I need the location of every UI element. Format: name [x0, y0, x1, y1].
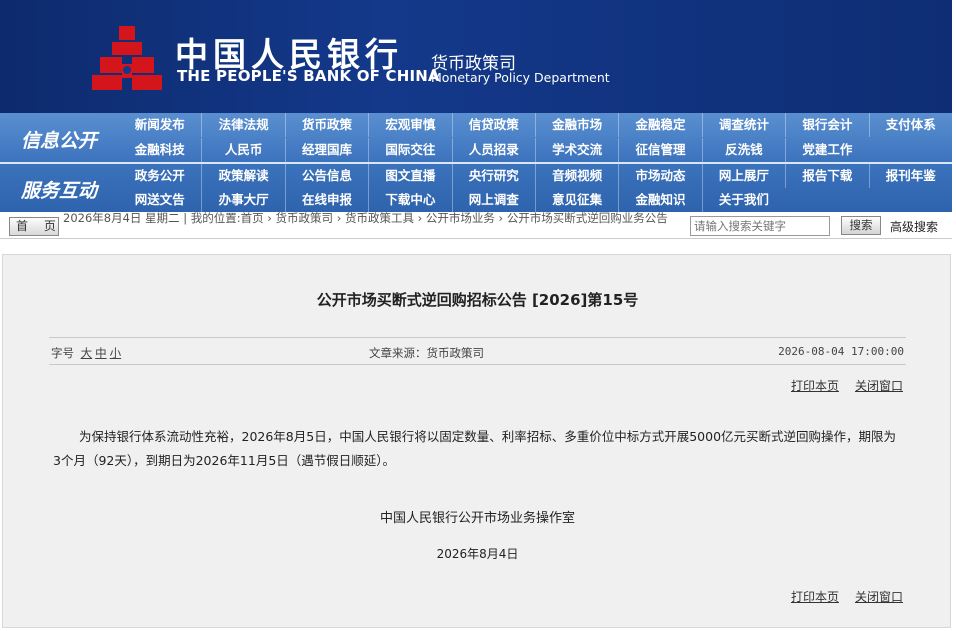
breadcrumb-bar: 首 页 2026年8月4日 星期二 | 我的位置:首页 › 货币政策司 › 货币…	[0, 212, 952, 239]
nav-item[interactable]: 意见征集	[534, 188, 618, 212]
nav-row-1: 新闻发布 法律法规 货币政策 宏观审慎 信贷政策 金融市场 金融稳定 调查统计 …	[118, 113, 952, 137]
nav-item[interactable]: 支付体系	[868, 113, 952, 137]
location-label: 我的位置:	[190, 211, 241, 225]
nav-item[interactable]: 金融稳定	[618, 113, 701, 137]
nav-item[interactable]: 央行研究	[451, 164, 535, 188]
nav-item[interactable]: 宏观审慎	[368, 113, 451, 137]
article-meta: 字号 大中小 文章来源：货币政策司 2026-08-04 17:00:00	[49, 337, 906, 365]
nav-item[interactable]: 下载中心	[368, 188, 451, 212]
nav-item[interactable]: 党建工作	[785, 138, 868, 162]
nav-item[interactable]: 市场动态	[618, 164, 701, 188]
article-panel: 公开市场买断式逆回购招标公告 [2026]第15号 字号 大中小 文章来源：货币…	[2, 254, 951, 628]
nav-item[interactable]: 音频视频	[534, 164, 618, 188]
advanced-search-link[interactable]: 高级搜索	[890, 218, 938, 235]
breadcrumb: 2026年8月4日 星期二 | 我的位置:首页 › 货币政策司 › 货币政策工具…	[63, 211, 668, 225]
breadcrumb-item[interactable]: 货币政策工具	[345, 211, 414, 225]
article-source: 文章来源：货币政策司	[369, 346, 484, 360]
nav-item[interactable]: 调查统计	[701, 113, 785, 137]
nav-row-2: 金融科技 人民币 经理国库 国际交往 人员招录 学术交流 征信管理 反洗钱 党建…	[118, 138, 952, 162]
font-size-label: 字号	[51, 346, 74, 360]
article-body: 为保持银行体系流动性充裕，2026年8月5日，中国人民银行将以固定数量、利率招标…	[53, 429, 897, 468]
nav-item[interactable]: 金融科技	[118, 138, 201, 162]
nav-item[interactable]: 人员招录	[451, 138, 535, 162]
search-input[interactable]	[690, 216, 830, 236]
nav-item[interactable]: 货币政策	[284, 113, 368, 137]
nav-item[interactable]: 国际交往	[368, 138, 451, 162]
nav-item[interactable]: 报告下载	[785, 164, 868, 188]
nav-item[interactable]: 银行会计	[785, 113, 868, 137]
nav-row-4: 网送文告 办事大厅 在线申报 下载中心 网上调查 意见征集 金融知识 关于我们	[118, 188, 952, 212]
nav-item[interactable]: 新闻发布	[118, 113, 201, 137]
nav-section-info-label: 信息公开	[20, 130, 97, 152]
article-signer: 中国人民银行公开市场业务操作室	[379, 511, 575, 526]
nav-item[interactable]: 办事大厅	[201, 188, 284, 212]
pboc-logo-icon[interactable]	[92, 24, 162, 92]
nav-item[interactable]: 政策解读	[201, 164, 284, 188]
nav-item[interactable]: 反洗钱	[701, 138, 785, 162]
print-link[interactable]: 打印本页	[791, 379, 839, 393]
breadcrumb-item[interactable]: 货币政策司	[276, 211, 334, 225]
department-name-en: Monetary Policy Department	[431, 70, 610, 85]
publish-time: 2026-08-04 17:00:00	[778, 345, 904, 358]
font-size-medium[interactable]: 中	[95, 346, 107, 360]
article-title: 公开市场买断式逆回购招标公告 [2026]第15号	[316, 291, 639, 309]
nav-item[interactable]: 法律法规	[201, 113, 284, 137]
article-tools-bottom: 打印本页 关闭窗口	[775, 588, 903, 605]
print-link[interactable]: 打印本页	[791, 590, 839, 604]
site-header: 中国人民银行 THE PEOPLE'S BANK OF CHINA 货币政策司 …	[0, 0, 952, 113]
nav-item[interactable]: 学术交流	[534, 138, 618, 162]
search-button[interactable]: 搜索	[841, 216, 881, 235]
home-button[interactable]: 首 页	[9, 217, 59, 236]
nav-item[interactable]: 信贷政策	[451, 113, 535, 137]
nav-item[interactable]: 网上调查	[451, 188, 535, 212]
nav-item[interactable]: 在线申报	[284, 188, 368, 212]
nav-item[interactable]: 报刊年鉴	[868, 164, 952, 188]
nav-section-service-label: 服务互动	[20, 180, 97, 202]
close-window-link[interactable]: 关闭窗口	[855, 379, 903, 393]
nav-item[interactable]: 人民币	[201, 138, 284, 162]
nav-item[interactable]: 网送文告	[118, 188, 201, 212]
nav-item[interactable]: 政务公开	[118, 164, 201, 188]
current-date: 2026年8月4日 星期二	[63, 211, 180, 225]
font-size-small[interactable]: 小	[110, 346, 122, 360]
font-size-large[interactable]: 大	[81, 346, 93, 360]
main-nav: 信息公开 服务互动 新闻发布 法律法规 货币政策 宏观审慎 信贷政策 金融市场 …	[0, 113, 952, 212]
nav-item[interactable]: 征信管理	[618, 138, 701, 162]
breadcrumb-item[interactable]: 首页	[241, 211, 264, 225]
nav-item[interactable]: 网上展厅	[701, 164, 785, 188]
breadcrumb-item[interactable]: 公开市场买断式逆回购业务公告	[507, 211, 668, 225]
nav-item[interactable]: 公告信息	[284, 164, 368, 188]
nav-item[interactable]: 关于我们	[701, 188, 785, 212]
nav-item[interactable]: 金融市场	[534, 113, 618, 137]
article-sign-date: 2026年8月4日	[436, 547, 519, 561]
bank-name-en: THE PEOPLE'S BANK OF CHINA	[177, 67, 440, 85]
article-tools-top: 打印本页 关闭窗口	[775, 377, 903, 394]
breadcrumb-item[interactable]: 公开市场业务	[426, 211, 495, 225]
nav-item[interactable]: 经理国库	[284, 138, 368, 162]
font-size-control: 字号 大中小	[51, 345, 121, 361]
nav-item[interactable]: 金融知识	[618, 188, 701, 212]
nav-row-3: 政务公开 政策解读 公告信息 图文直播 央行研究 音频视频 市场动态 网上展厅 …	[118, 164, 952, 188]
nav-item[interactable]: 图文直播	[368, 164, 451, 188]
close-window-link[interactable]: 关闭窗口	[855, 590, 903, 604]
